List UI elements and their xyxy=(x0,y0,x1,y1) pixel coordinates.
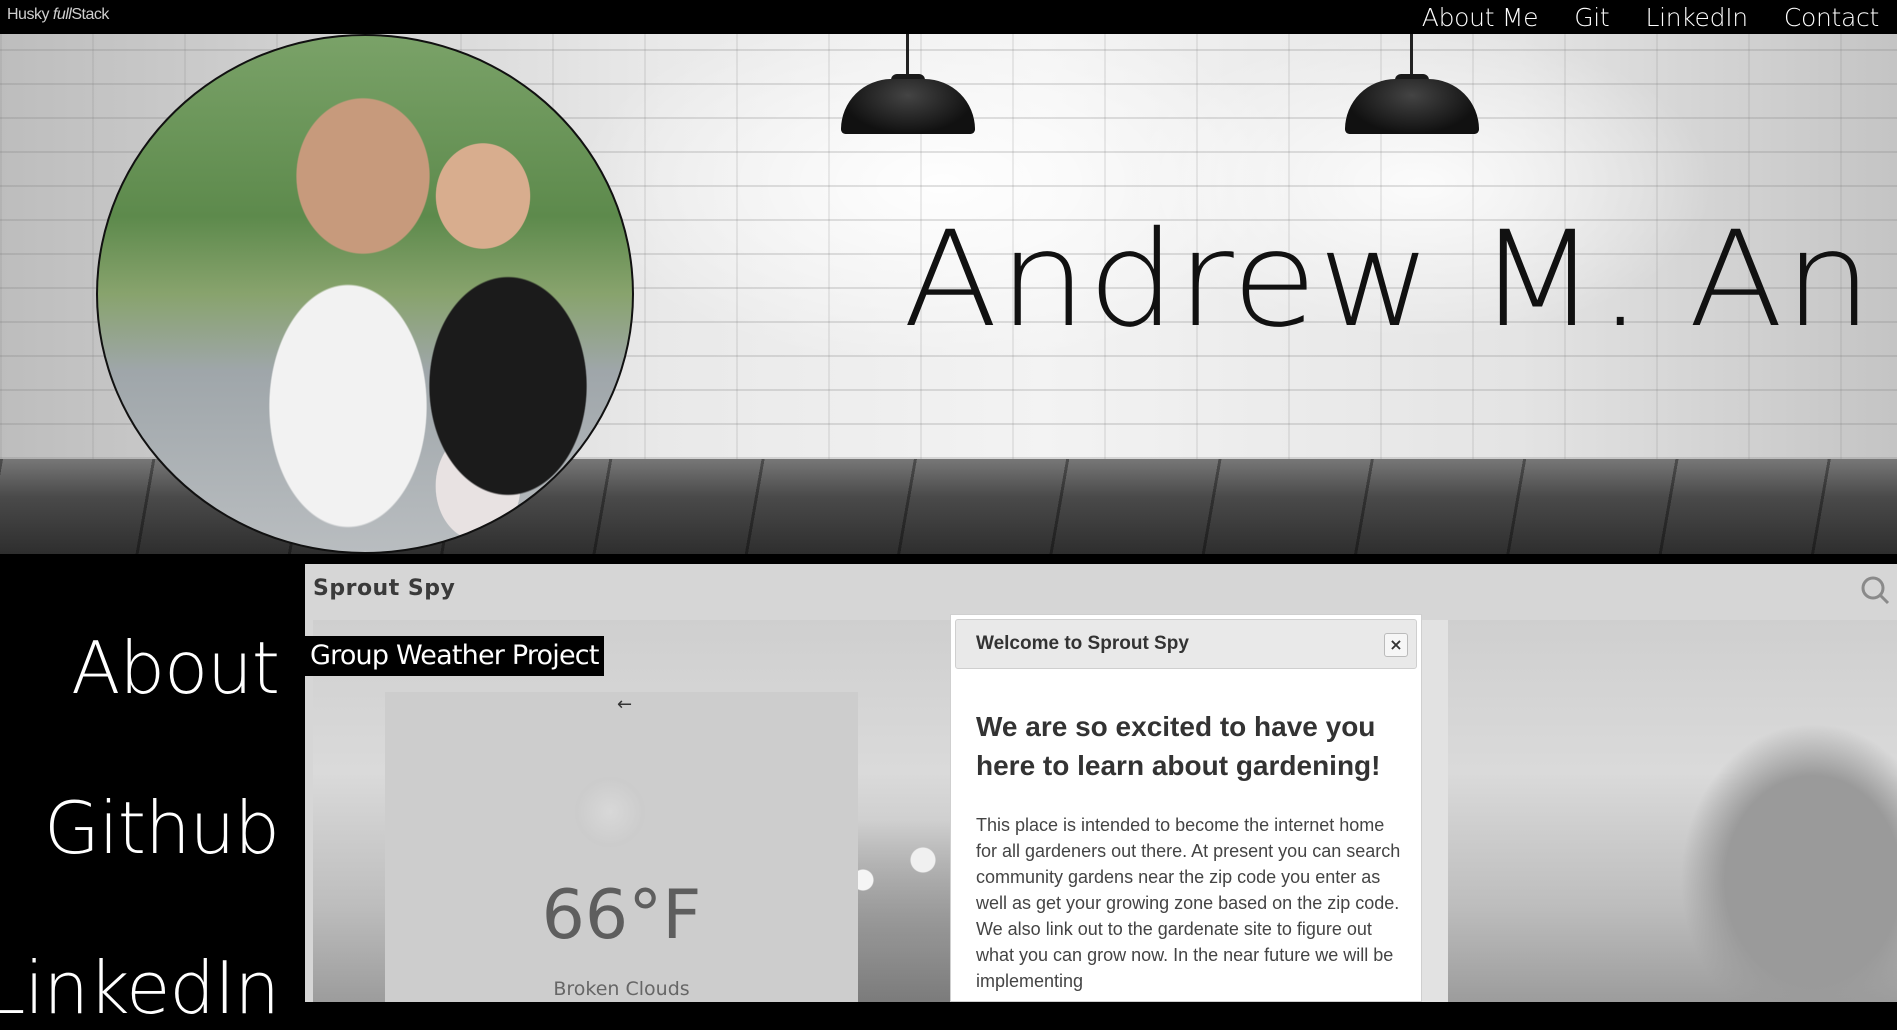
sidebar-link-github[interactable]: Github xyxy=(44,792,280,864)
back-arrow-icon[interactable]: ← xyxy=(617,694,632,715)
search-icon[interactable] xyxy=(1859,574,1891,606)
pendant-lamp-right xyxy=(1345,34,1479,134)
profile-photo xyxy=(96,34,634,554)
nav-link-linkedin[interactable]: LinkedIn xyxy=(1645,3,1748,32)
sidebar-nav: About Github LinkedIn xyxy=(0,554,305,1024)
brand-suffix: Stack xyxy=(71,6,109,23)
welcome-modal: Welcome to Sprout Spy × We are so excite… xyxy=(950,614,1422,1002)
modal-heading: We are so excited to have you here to le… xyxy=(976,711,1381,781)
app-title: Sprout Spy xyxy=(313,576,456,601)
weather-condition: Broken Clouds xyxy=(553,978,690,1000)
brand-logo[interactable]: Husky fullStack xyxy=(7,6,109,24)
modal-body-text: This place is intended to become the int… xyxy=(976,815,1401,991)
modal-header: Welcome to Sprout Spy × xyxy=(955,619,1417,669)
brand-emphasis: full xyxy=(52,6,72,23)
sidebar-link-about[interactable]: About xyxy=(71,632,280,704)
main-nav: About Me Git LinkedIn Contact xyxy=(1422,1,1880,33)
nav-link-git[interactable]: Git xyxy=(1574,3,1610,32)
modal-title: Welcome to Sprout Spy xyxy=(976,633,1189,654)
hero-name: Andrew M. An xyxy=(903,203,1874,357)
nav-link-contact[interactable]: Contact xyxy=(1784,3,1879,32)
temperature-value: 66°F xyxy=(541,876,702,955)
nav-link-about-me[interactable]: About Me xyxy=(1422,3,1539,32)
close-icon[interactable]: × xyxy=(1384,633,1408,657)
sidebar-link-linkedin[interactable]: LinkedIn xyxy=(0,952,280,1024)
pendant-lamp-left xyxy=(841,34,975,134)
project-label: Group Weather Project xyxy=(305,636,604,676)
brand-prefix: Husky xyxy=(7,6,49,23)
weather-card: ← 66°F xyxy=(385,692,858,1002)
top-navbar: Husky fullStack About Me Git LinkedIn Co… xyxy=(0,0,1897,34)
app-header: Sprout Spy xyxy=(305,564,1897,620)
hero-banner: Andrew M. An xyxy=(0,34,1897,554)
sun-icon xyxy=(575,777,645,847)
